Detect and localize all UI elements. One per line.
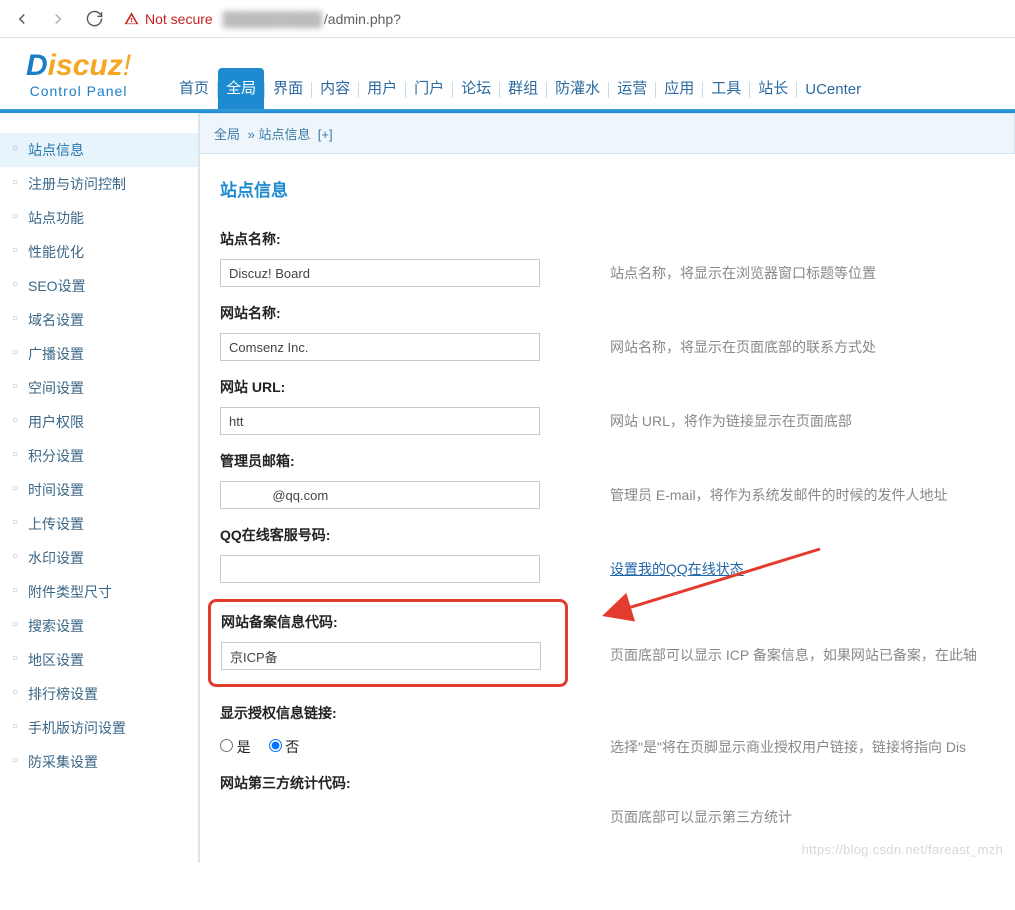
sidebar: 站点信息注册与访问控制站点功能性能优化SEO设置域名设置广播设置空间设置用户权限… bbox=[0, 113, 198, 863]
logo[interactable]: Discuz! Control Panel bbox=[26, 49, 131, 109]
sidebar-item-14[interactable]: 搜索设置 bbox=[0, 609, 198, 643]
sidebar-item-17[interactable]: 手机版访问设置 bbox=[0, 711, 198, 745]
forward-icon[interactable] bbox=[42, 5, 74, 33]
tab-工具[interactable]: 工具 bbox=[703, 68, 749, 109]
sidebar-item-4[interactable]: SEO设置 bbox=[0, 269, 198, 303]
tab-站长[interactable]: 站长 bbox=[750, 68, 796, 109]
tab-首页[interactable]: 首页 bbox=[171, 68, 217, 109]
field-web-name: 网站名称: 网站名称，将显示在页面底部的联系方式处 bbox=[220, 303, 999, 361]
not-secure-label: Not secure bbox=[145, 11, 213, 27]
field-admin-mail: 管理员邮箱: 管理员 E-mail，将作为系统发邮件的时候的发件人地址 bbox=[220, 451, 999, 509]
qq-service-input[interactable] bbox=[220, 555, 540, 583]
field-qq-service: QQ在线客服号码: 设置我的QQ在线状态 bbox=[220, 525, 999, 583]
sidebar-item-13[interactable]: 附件类型尺寸 bbox=[0, 575, 198, 609]
tab-UCenter[interactable]: UCenter bbox=[797, 72, 869, 109]
sidebar-item-9[interactable]: 积分设置 bbox=[0, 439, 198, 473]
web-name-input[interactable] bbox=[220, 333, 540, 361]
annotation-highlight-box: 网站备案信息代码: bbox=[208, 599, 568, 687]
breadcrumb-root[interactable]: 全局 bbox=[214, 127, 240, 142]
field-site-name: 站点名称: 站点名称，将显示在浏览器窗口标题等位置 bbox=[220, 229, 999, 287]
sidebar-item-11[interactable]: 上传设置 bbox=[0, 507, 198, 541]
sidebar-item-18[interactable]: 防采集设置 bbox=[0, 745, 198, 779]
web-url-input[interactable] bbox=[220, 407, 540, 435]
sidebar-item-2[interactable]: 站点功能 bbox=[0, 201, 198, 235]
warning-icon bbox=[124, 11, 139, 26]
tab-论坛[interactable]: 论坛 bbox=[453, 68, 499, 109]
main-panel: 全局 » 站点信息 [+] 站点信息 站点名称: 站点名称，将显示在浏览器窗口标… bbox=[198, 113, 1015, 863]
icp-input[interactable] bbox=[221, 642, 541, 670]
tab-群组[interactable]: 群组 bbox=[500, 68, 546, 109]
license-yes-radio[interactable] bbox=[220, 739, 233, 752]
tab-界面[interactable]: 界面 bbox=[265, 68, 311, 109]
sidebar-item-5[interactable]: 域名设置 bbox=[0, 303, 198, 337]
tab-全局[interactable]: 全局 bbox=[218, 68, 264, 109]
url-host-blur: ██████████ bbox=[223, 11, 322, 27]
field-icp: 网站备案信息代码: 页面底部可以显示 ICP 备案信息，如果网站已备案，在此轴 bbox=[220, 599, 999, 687]
site-name-input[interactable] bbox=[220, 259, 540, 287]
field-third-stat: 网站第三方统计代码: 页面底部可以显示第三方统计 bbox=[220, 773, 999, 827]
app-header: Discuz! Control Panel 首页全局界面内容用户门户论坛群组防灌… bbox=[0, 41, 1015, 109]
sidebar-item-0[interactable]: 站点信息 bbox=[0, 133, 198, 167]
watermark: https://blog.csdn.net/fareast_mzh bbox=[802, 842, 1003, 857]
tab-门户[interactable]: 门户 bbox=[406, 68, 452, 109]
license-no-radio[interactable] bbox=[269, 739, 282, 752]
tab-运营[interactable]: 运营 bbox=[609, 68, 655, 109]
sidebar-item-7[interactable]: 空间设置 bbox=[0, 371, 198, 405]
tab-用户[interactable]: 用户 bbox=[359, 68, 405, 109]
field-web-url: 网站 URL: 网站 URL，将作为链接显示在页面底部 bbox=[220, 377, 999, 435]
tab-内容[interactable]: 内容 bbox=[312, 68, 358, 109]
page-title: 站点信息 bbox=[220, 176, 999, 201]
tab-防灌水[interactable]: 防灌水 bbox=[547, 68, 608, 109]
sidebar-item-16[interactable]: 排行榜设置 bbox=[0, 677, 198, 711]
breadcrumb: 全局 » 站点信息 [+] bbox=[199, 113, 1015, 154]
field-license-link: 显示授权信息链接: 是 否 选择"是"将在页脚显示商业授权用户链接，链接将指向 … bbox=[220, 703, 999, 757]
qq-status-link[interactable]: 设置我的QQ在线状态 bbox=[610, 561, 744, 577]
reload-icon[interactable] bbox=[78, 5, 110, 33]
sidebar-item-15[interactable]: 地区设置 bbox=[0, 643, 198, 677]
back-icon[interactable] bbox=[6, 5, 38, 33]
sidebar-item-8[interactable]: 用户权限 bbox=[0, 405, 198, 439]
tab-应用[interactable]: 应用 bbox=[656, 68, 702, 109]
url-path: /admin.php? bbox=[324, 11, 401, 27]
sidebar-item-3[interactable]: 性能优化 bbox=[0, 235, 198, 269]
sidebar-item-1[interactable]: 注册与访问控制 bbox=[0, 167, 198, 201]
address-bar[interactable]: Not secure ██████████ /admin.php? bbox=[114, 5, 1009, 33]
sidebar-item-12[interactable]: 水印设置 bbox=[0, 541, 198, 575]
breadcrumb-current: 站点信息 bbox=[259, 127, 311, 142]
browser-toolbar: Not secure ██████████ /admin.php? bbox=[0, 0, 1015, 38]
sidebar-item-10[interactable]: 时间设置 bbox=[0, 473, 198, 507]
breadcrumb-expand[interactable]: [+] bbox=[318, 127, 333, 142]
admin-mail-input[interactable] bbox=[220, 481, 540, 509]
top-nav-tabs: 首页全局界面内容用户门户论坛群组防灌水运营应用工具站长UCenter bbox=[171, 68, 869, 109]
sidebar-item-6[interactable]: 广播设置 bbox=[0, 337, 198, 371]
